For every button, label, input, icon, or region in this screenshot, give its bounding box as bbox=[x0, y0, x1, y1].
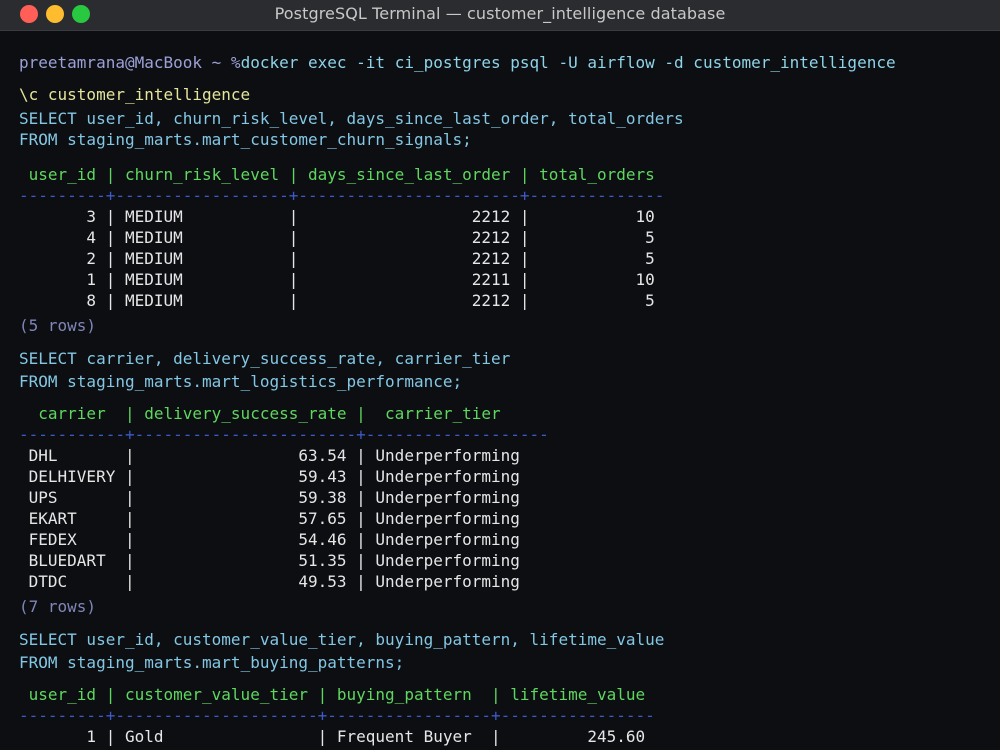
query1-table-row: 1 | MEDIUM | 2211 | 10 bbox=[19, 270, 655, 289]
query1-table-header: user_id | churn_risk_level | days_since_… bbox=[19, 165, 655, 184]
query1-table-separator: ---------+------------------+-----------… bbox=[19, 186, 665, 205]
terminal-window: PostgreSQL Terminal — customer_intellige… bbox=[0, 0, 1000, 750]
query1-table-row: 3 | MEDIUM | 2212 | 10 bbox=[19, 207, 655, 226]
title-bar[interactable]: PostgreSQL Terminal — customer_intellige… bbox=[0, 0, 1000, 31]
query1-from: FROM staging_marts.mart_customer_churn_s… bbox=[19, 130, 472, 149]
query1-row-count: (5 rows) bbox=[19, 316, 97, 335]
query3-table-row: 1 | Gold | Frequent Buyer | 245.60 bbox=[19, 727, 646, 746]
connect-command: \c customer_intelligence bbox=[19, 85, 251, 104]
query2-table-row: DHL | 63.54 | Underperforming bbox=[19, 446, 520, 465]
prompt-user-host: preetamrana@MacBook ~ % bbox=[19, 53, 241, 72]
query2-table-separator: -----------+-----------------------+----… bbox=[19, 425, 549, 444]
query1-table-row: 2 | MEDIUM | 2212 | 5 bbox=[19, 249, 655, 268]
prompt-line: preetamrana@MacBook ~ %docker exec -it c… bbox=[19, 52, 896, 73]
prompt-command: docker exec -it ci_postgres psql -U airf… bbox=[240, 53, 896, 72]
query2-select: SELECT carrier, delivery_success_rate, c… bbox=[19, 349, 511, 368]
query1-table-row: 4 | MEDIUM | 2212 | 5 bbox=[19, 228, 655, 247]
query2-row-count: (7 rows) bbox=[19, 597, 97, 616]
query3-select: SELECT user_id, customer_value_tier, buy… bbox=[19, 630, 665, 649]
query3-from: FROM staging_marts.mart_buying_patterns; bbox=[19, 653, 405, 672]
query3-table-header: user_id | customer_value_tier | buying_p… bbox=[19, 685, 646, 704]
query2-table-row: DELHIVERY | 59.43 | Underperforming bbox=[19, 467, 520, 486]
query2-table-row: DTDC | 49.53 | Underperforming bbox=[19, 572, 520, 591]
query2-table-row: BLUEDART | 51.35 | Underperforming bbox=[19, 551, 520, 570]
query2-table-row: FEDEX | 54.46 | Underperforming bbox=[19, 530, 520, 549]
query2-table-header: carrier | delivery_success_rate | carrie… bbox=[19, 404, 501, 423]
window-title: PostgreSQL Terminal — customer_intellige… bbox=[274, 4, 726, 23]
query2-table-row: EKART | 57.65 | Underperforming bbox=[19, 509, 520, 528]
query2-from: FROM staging_marts.mart_logistics_perfor… bbox=[19, 372, 463, 391]
query1-table-row: 8 | MEDIUM | 2212 | 5 bbox=[19, 291, 655, 310]
query2-table-row: UPS | 59.38 | Underperforming bbox=[19, 488, 520, 507]
terminal-content[interactable]: preetamrana@MacBook ~ %docker exec -it c… bbox=[0, 52, 1000, 750]
query3-table-separator: ---------+---------------------+--------… bbox=[19, 706, 655, 725]
query1-select: SELECT user_id, churn_risk_level, days_s… bbox=[19, 109, 684, 128]
